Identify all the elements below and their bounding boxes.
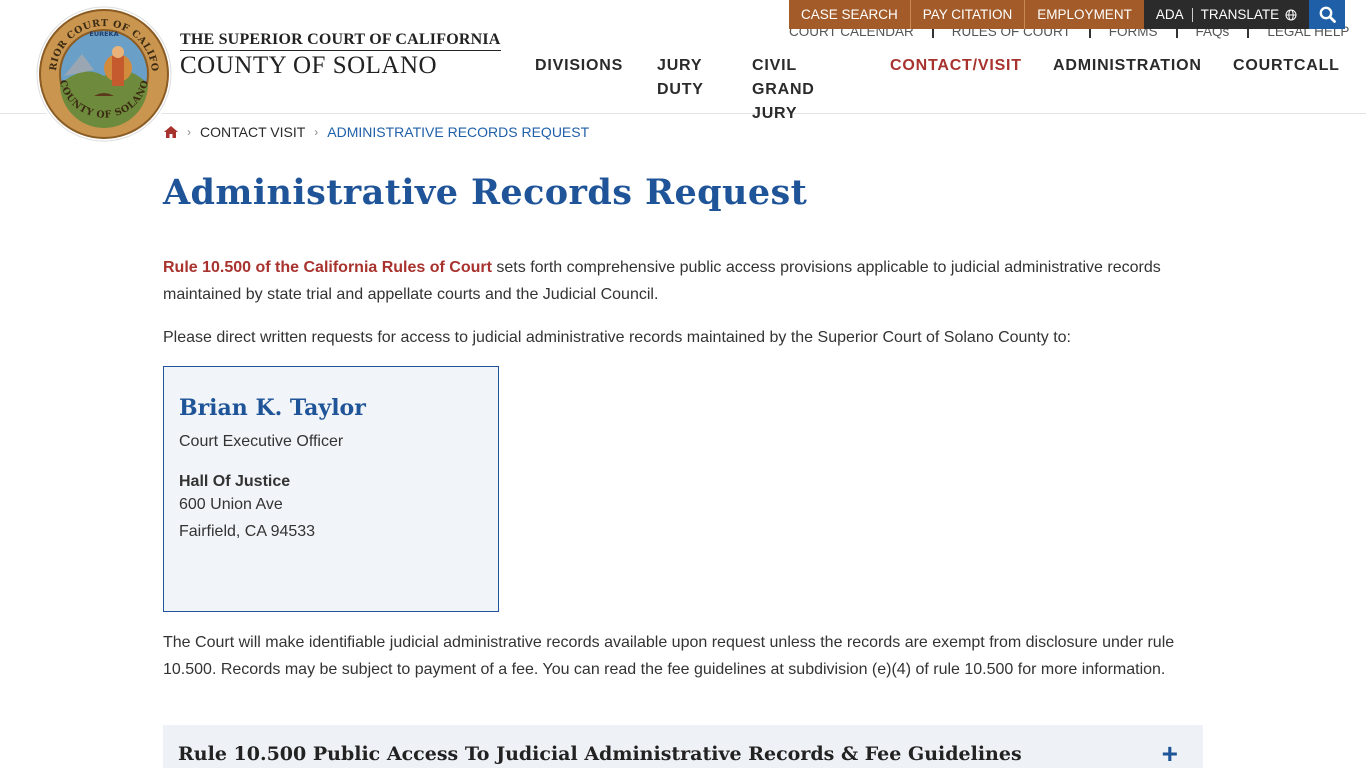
nav-civil-grand-jury-line1: CIVIL bbox=[752, 57, 797, 74]
site-title-line1: THE SUPERIOR COURT OF CALIFORNIA bbox=[180, 31, 501, 51]
nav-civil-grand-jury[interactable]: CIVIL GRAND JURY bbox=[752, 54, 815, 126]
nav-divisions[interactable]: DIVISIONS bbox=[535, 54, 623, 78]
pay-citation-button[interactable]: PAY CITATION bbox=[910, 0, 1026, 29]
contact-card: Brian K. Taylor Court Executive Officer … bbox=[163, 366, 499, 612]
nav-administration[interactable]: ADMINISTRATION bbox=[1053, 54, 1202, 78]
court-seal-icon[interactable]: SUPERIOR COURT OF CALIFORNIA COUNTY OF S… bbox=[34, 4, 174, 144]
nav-jury-duty-line2: DUTY bbox=[657, 81, 704, 98]
seal-motto: EUREKA bbox=[89, 30, 118, 38]
accordion-title: Rule 10.500 Public Access To Judicial Ad… bbox=[178, 743, 1022, 765]
plus-icon[interactable]: + bbox=[1162, 740, 1178, 768]
case-search-button[interactable]: CASE SEARCH bbox=[789, 0, 911, 29]
ada-link[interactable]: ADA bbox=[1156, 0, 1184, 29]
search-button[interactable] bbox=[1309, 0, 1346, 29]
contact-city: Fairfield, CA 94533 bbox=[179, 523, 316, 540]
page-title: Administrative Records Request bbox=[163, 172, 808, 213]
contact-location-name: Hall Of Justice bbox=[179, 473, 291, 490]
breadcrumb-contact-visit[interactable]: CONTACT VISIT bbox=[200, 124, 305, 140]
contact-role: Court Executive Officer bbox=[179, 433, 344, 450]
nav-jury-duty[interactable]: JURY DUTY bbox=[657, 54, 704, 102]
contact-name: Brian K. Taylor bbox=[179, 395, 366, 421]
utility-bar: CASE SEARCH PAY CITATION EMPLOYMENT ADA … bbox=[789, 0, 1346, 29]
nav-courtcall[interactable]: COURTCALL bbox=[1233, 54, 1340, 78]
nav-civil-grand-jury-line3: JURY bbox=[752, 105, 798, 122]
accessibility-translate-group: ADA TRANSLATE bbox=[1143, 0, 1310, 29]
search-icon bbox=[1319, 6, 1336, 23]
globe-icon[interactable] bbox=[1285, 9, 1297, 21]
site-title-line2: COUNTY OF SOLANO bbox=[180, 52, 438, 79]
intro-paragraph: Rule 10.500 of the California Rules of C… bbox=[163, 254, 1183, 308]
site-header: SUPERIOR COURT OF CALIFORNIA COUNTY OF S… bbox=[0, 0, 1366, 144]
nav-contact-visit[interactable]: CONTACT/VISIT bbox=[890, 54, 1022, 78]
contact-street: 600 Union Ave bbox=[179, 496, 283, 513]
chevron-right-icon: › bbox=[187, 125, 191, 139]
translate-link[interactable]: TRANSLATE bbox=[1201, 0, 1280, 29]
rule-10500-link[interactable]: Rule 10.500 of the California Rules of C… bbox=[163, 259, 492, 276]
accordion-rule-10500[interactable]: Rule 10.500 Public Access To Judicial Ad… bbox=[163, 725, 1203, 768]
nav-jury-duty-line1: JURY bbox=[657, 57, 703, 74]
divider bbox=[1191, 7, 1193, 22]
breadcrumb: › CONTACT VISIT › ADMINISTRATIVE RECORDS… bbox=[164, 124, 589, 140]
nav-civil-grand-jury-line2: GRAND bbox=[752, 81, 815, 98]
site-title[interactable]: THE SUPERIOR COURT OF CALIFORNIA COUNTY … bbox=[180, 31, 501, 80]
direct-requests-paragraph: Please direct written requests for acces… bbox=[163, 329, 1071, 346]
fee-paragraph: The Court will make identifiable judicia… bbox=[163, 634, 1175, 678]
employment-button[interactable]: EMPLOYMENT bbox=[1025, 0, 1144, 29]
breadcrumb-current: ADMINISTRATIVE RECORDS REQUEST bbox=[327, 124, 590, 140]
chevron-right-icon: › bbox=[314, 125, 319, 139]
